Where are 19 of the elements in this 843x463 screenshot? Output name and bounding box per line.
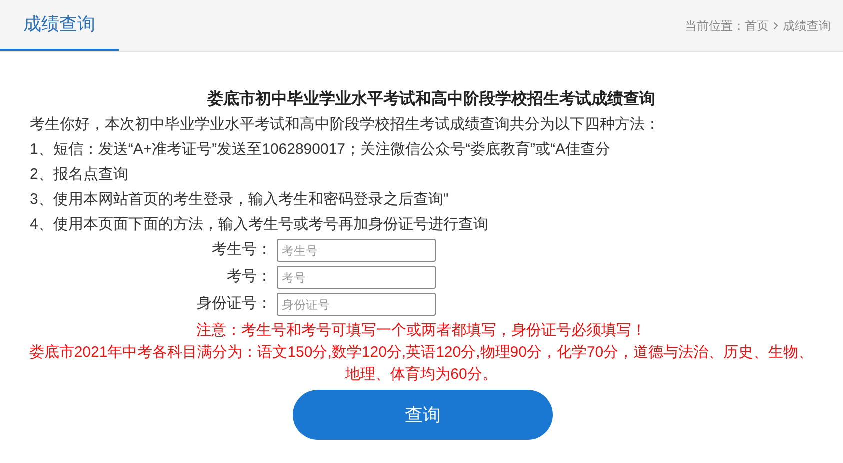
- breadcrumb-label: 当前位置：: [685, 18, 745, 34]
- intro-text: 考生你好，本次初中毕业学业水平考试和高中阶段学校招生考试成绩查询共分为以下四种方法：: [30, 115, 661, 135]
- input-field[interactable]: 考号: [277, 266, 436, 289]
- field-label: 身份证号：: [196, 294, 273, 314]
- input-field[interactable]: 身份证号: [277, 293, 436, 316]
- field-label: 考生号：: [211, 240, 273, 260]
- page-tab[interactable]: 成绩查询: [0, 0, 119, 51]
- notice-text: 娄底市2021年中考各科目满分为：语文150分,数学120分,英语120分,物理90分，化学70分，道德与法治、历史、生物、地理、体育均为60分。: [28, 343, 815, 385]
- page-title: 娄底市初中毕业学业水平考试和高中阶段学校招生考试成绩查询: [206, 89, 656, 110]
- breadcrumb-link[interactable]: 成绩查询: [783, 16, 831, 34]
- notice-text: 注意：考生号和考号可填写一个或两者都填写，身份证号必须填写！: [196, 321, 648, 341]
- field-label: 考号：: [226, 267, 273, 288]
- method-text: 2、报名点查询: [30, 165, 130, 185]
- breadcrumb-link[interactable]: 首页: [745, 16, 769, 34]
- method-text: 1、短信：发送“A+准考证号”发送至1062890017；关注微信公众号“娄底教育”或“A佳查分: [30, 140, 612, 160]
- input-field[interactable]: 考生号: [277, 239, 436, 262]
- method-text: 3、使用本网站首页的考生登录，输入考生和密码登录之后查询": [30, 190, 450, 210]
- submit-button[interactable]: 查询: [293, 390, 553, 440]
- method-text: 4、使用本页面下面的方法，输入考生号或考号再加身份证号进行查询: [30, 215, 490, 235]
